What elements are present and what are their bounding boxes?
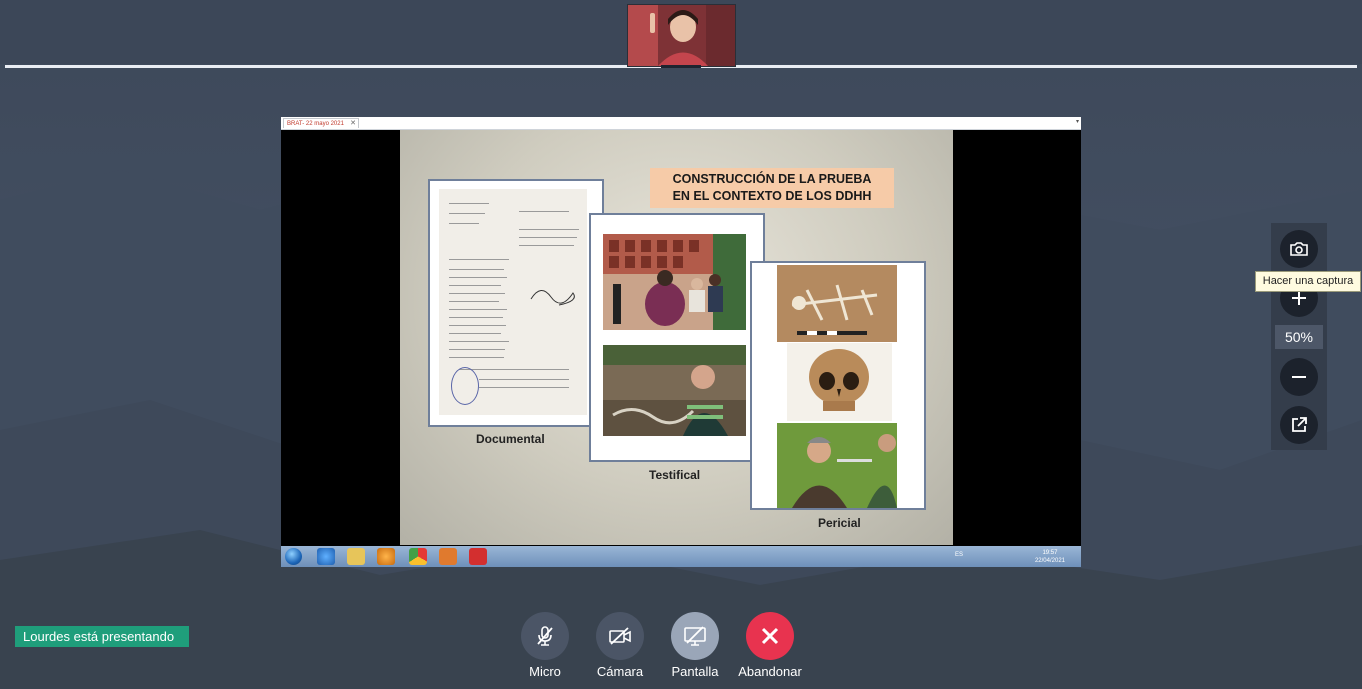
- taskbar-date: 22/04/2021: [1034, 558, 1065, 564]
- tab-scroll-icon[interactable]: ▾: [1076, 118, 1079, 125]
- leave-control[interactable]: Abandonar: [730, 612, 810, 679]
- camera-button[interactable]: [596, 612, 644, 660]
- screen-share-off-icon: [684, 626, 706, 646]
- testimony-photo-cemetery: [603, 234, 746, 330]
- caption-pericial: Pericial: [818, 516, 861, 530]
- forensic-photo-dna-sample: [777, 423, 897, 508]
- leave-button[interactable]: [746, 612, 794, 660]
- testifical-card: [589, 213, 765, 462]
- forensic-photo-skull: [787, 343, 892, 421]
- zoom-panel: 50%: [1271, 223, 1327, 450]
- close-icon: [761, 627, 779, 645]
- zoom-out-button[interactable]: [1280, 358, 1318, 396]
- shared-screen: BRAT- 22 mayo 2021 ✕ ▾ CONSTRUCCIÓN DE L…: [281, 117, 1081, 567]
- slide-title: CONSTRUCCIÓN DE LA PRUEBA EN EL CONTEXTO…: [650, 168, 894, 208]
- ie-icon[interactable]: [317, 548, 335, 565]
- zoom-level: 50%: [1275, 325, 1323, 349]
- app-icon[interactable]: [439, 548, 457, 565]
- participant-video-thumbnail[interactable]: [627, 4, 736, 67]
- slide-title-line1: CONSTRUCCIÓN DE LA PRUEBA: [672, 172, 872, 186]
- slide-title-line2: EN EL CONTEXTO DE LOS DDHH: [672, 189, 872, 203]
- documental-card: [428, 179, 604, 427]
- camera-icon: [1290, 242, 1308, 256]
- caption-testifical: Testifical: [649, 468, 701, 482]
- snapshot-tooltip: Hacer una captura: [1255, 271, 1361, 292]
- external-link-icon: [1292, 417, 1307, 432]
- chrome-icon[interactable]: [409, 548, 427, 565]
- screen-label: Pantalla: [671, 664, 719, 679]
- archive-document-image: [439, 189, 587, 415]
- micro-button[interactable]: [521, 612, 569, 660]
- popout-button[interactable]: [1280, 406, 1318, 444]
- screen-button[interactable]: [671, 612, 719, 660]
- media-player-icon[interactable]: [377, 548, 395, 565]
- remote-taskbar: ES 19:57 22/04/2021: [281, 546, 1081, 567]
- camera-control[interactable]: Cámara: [580, 612, 660, 679]
- micro-control[interactable]: Micro: [505, 612, 585, 679]
- leave-label: Abandonar: [738, 664, 802, 679]
- caption-documental: Documental: [476, 432, 545, 446]
- camera-label: Cámara: [596, 664, 644, 679]
- testimony-photo-witness: [603, 345, 746, 436]
- browser-tab[interactable]: BRAT- 22 mayo 2021 ✕: [283, 118, 359, 128]
- screen-control[interactable]: Pantalla: [655, 612, 735, 679]
- folder-icon[interactable]: [347, 548, 365, 565]
- taskbar-time: 19:57: [1042, 550, 1058, 556]
- pericial-card: [750, 261, 926, 510]
- forensic-photo-skeleton: [777, 265, 897, 342]
- shared-scrollbar[interactable]: [1073, 130, 1081, 546]
- presenter-status-badge: Lourdes está presentando: [15, 626, 189, 647]
- snapshot-button[interactable]: [1280, 230, 1318, 268]
- microphone-off-icon: [537, 626, 553, 646]
- micro-label: Micro: [529, 664, 561, 679]
- camera-off-icon: [609, 627, 631, 645]
- minus-icon: [1292, 376, 1306, 378]
- browser-tabstrip: BRAT- 22 mayo 2021 ✕ ▾: [281, 117, 1081, 130]
- language-indicator[interactable]: ES: [955, 552, 963, 558]
- system-tray: ES 19:57 22/04/2021: [955, 548, 1075, 565]
- start-button-icon[interactable]: [285, 548, 302, 565]
- thumbnail-indicator: [661, 65, 701, 68]
- browser-tab-title: BRAT- 22 mayo 2021: [287, 121, 344, 127]
- taskbar-clock[interactable]: 19:57 22/04/2021: [1035, 549, 1065, 565]
- presentation-slide: CONSTRUCCIÓN DE LA PRUEBA EN EL CONTEXTO…: [400, 130, 953, 545]
- pdf-reader-icon[interactable]: [469, 548, 487, 565]
- tab-close-icon[interactable]: ✕: [350, 119, 356, 129]
